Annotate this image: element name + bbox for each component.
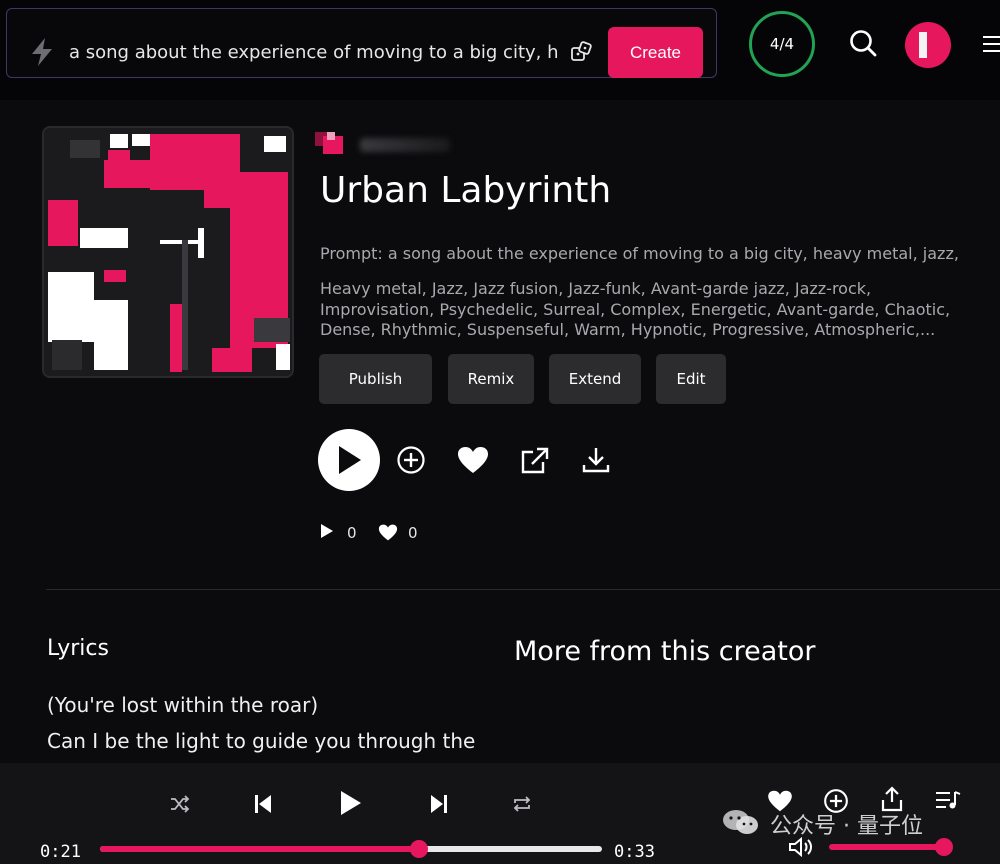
heart-icon[interactable] xyxy=(457,446,489,474)
creator-avatar[interactable] xyxy=(313,128,351,156)
lyric-line: Can I be the light to guide you through … xyxy=(47,729,476,753)
prompt-input-box[interactable]: a song about the experience of moving to… xyxy=(6,8,717,78)
external-link-icon[interactable] xyxy=(520,447,550,475)
play-count-icon xyxy=(321,524,333,538)
progress-bar[interactable] xyxy=(100,840,602,858)
credits-counter[interactable]: 4/4 xyxy=(749,11,815,77)
elapsed-time: 0:21 xyxy=(40,842,81,862)
playlist-icon[interactable] xyxy=(935,790,961,810)
tags-line: Heavy metal, Jazz, Jazz fusion, Jazz-fun… xyxy=(320,279,872,298)
like-count: 0 xyxy=(408,524,418,542)
duration-time: 0:33 xyxy=(614,842,655,862)
lyric-line: (You're lost within the roar) xyxy=(47,693,319,717)
repeat-icon[interactable] xyxy=(512,795,532,813)
extend-button[interactable]: Extend xyxy=(549,354,641,404)
download-icon[interactable] xyxy=(582,446,610,474)
remix-button[interactable]: Remix xyxy=(448,354,534,404)
song-style-tags: Heavy metal, Jazz, Jazz fusion, Jazz-fun… xyxy=(320,279,990,341)
tags-line: Dense, Rhythmic, Suspenseful, Warm, Hypn… xyxy=(320,320,936,339)
player-play-icon[interactable] xyxy=(340,790,362,816)
song-prompt: Prompt: a song about the experience of m… xyxy=(320,244,959,263)
top-bar: a song about the experience of moving to… xyxy=(0,0,1000,100)
tags-line: Improvisation, Psychedelic, Surreal, Com… xyxy=(320,299,951,319)
dice-icon[interactable] xyxy=(569,40,595,66)
edit-button[interactable]: Edit xyxy=(656,354,726,404)
song-page: a song about the experience of moving to… xyxy=(0,0,1000,864)
lightning-bolt-icon[interactable] xyxy=(29,37,55,67)
play-button[interactable] xyxy=(318,429,380,491)
song-cover-art[interactable] xyxy=(42,126,294,378)
like-count-icon xyxy=(378,524,398,541)
song-title: Urban Labyrinth xyxy=(320,170,612,211)
avatar[interactable] xyxy=(905,22,951,68)
watermark-text: 公众号 · 量子位 xyxy=(770,814,923,839)
more-from-creator-heading: More from this creator xyxy=(514,636,816,667)
plus-circle-icon[interactable] xyxy=(396,445,426,475)
play-icon xyxy=(339,446,361,474)
create-button[interactable]: Create xyxy=(608,27,703,78)
volume-handle[interactable] xyxy=(935,838,953,856)
play-count: 0 xyxy=(347,524,357,542)
skip-next-icon[interactable] xyxy=(430,794,448,814)
progress-fill xyxy=(100,846,420,852)
publish-button[interactable]: Publish xyxy=(319,354,432,404)
wechat-logo-icon xyxy=(723,810,758,834)
hamburger-menu-icon[interactable] xyxy=(983,34,1000,54)
section-divider xyxy=(46,589,1000,590)
search-icon[interactable] xyxy=(848,28,878,58)
volume-slider[interactable] xyxy=(829,844,944,850)
shuffle-icon[interactable] xyxy=(170,795,190,813)
skip-previous-icon[interactable] xyxy=(254,794,272,814)
creator-name-blurred[interactable] xyxy=(360,138,450,152)
lyrics-heading: Lyrics xyxy=(47,636,109,661)
prompt-input[interactable]: a song about the experience of moving to… xyxy=(69,42,559,63)
